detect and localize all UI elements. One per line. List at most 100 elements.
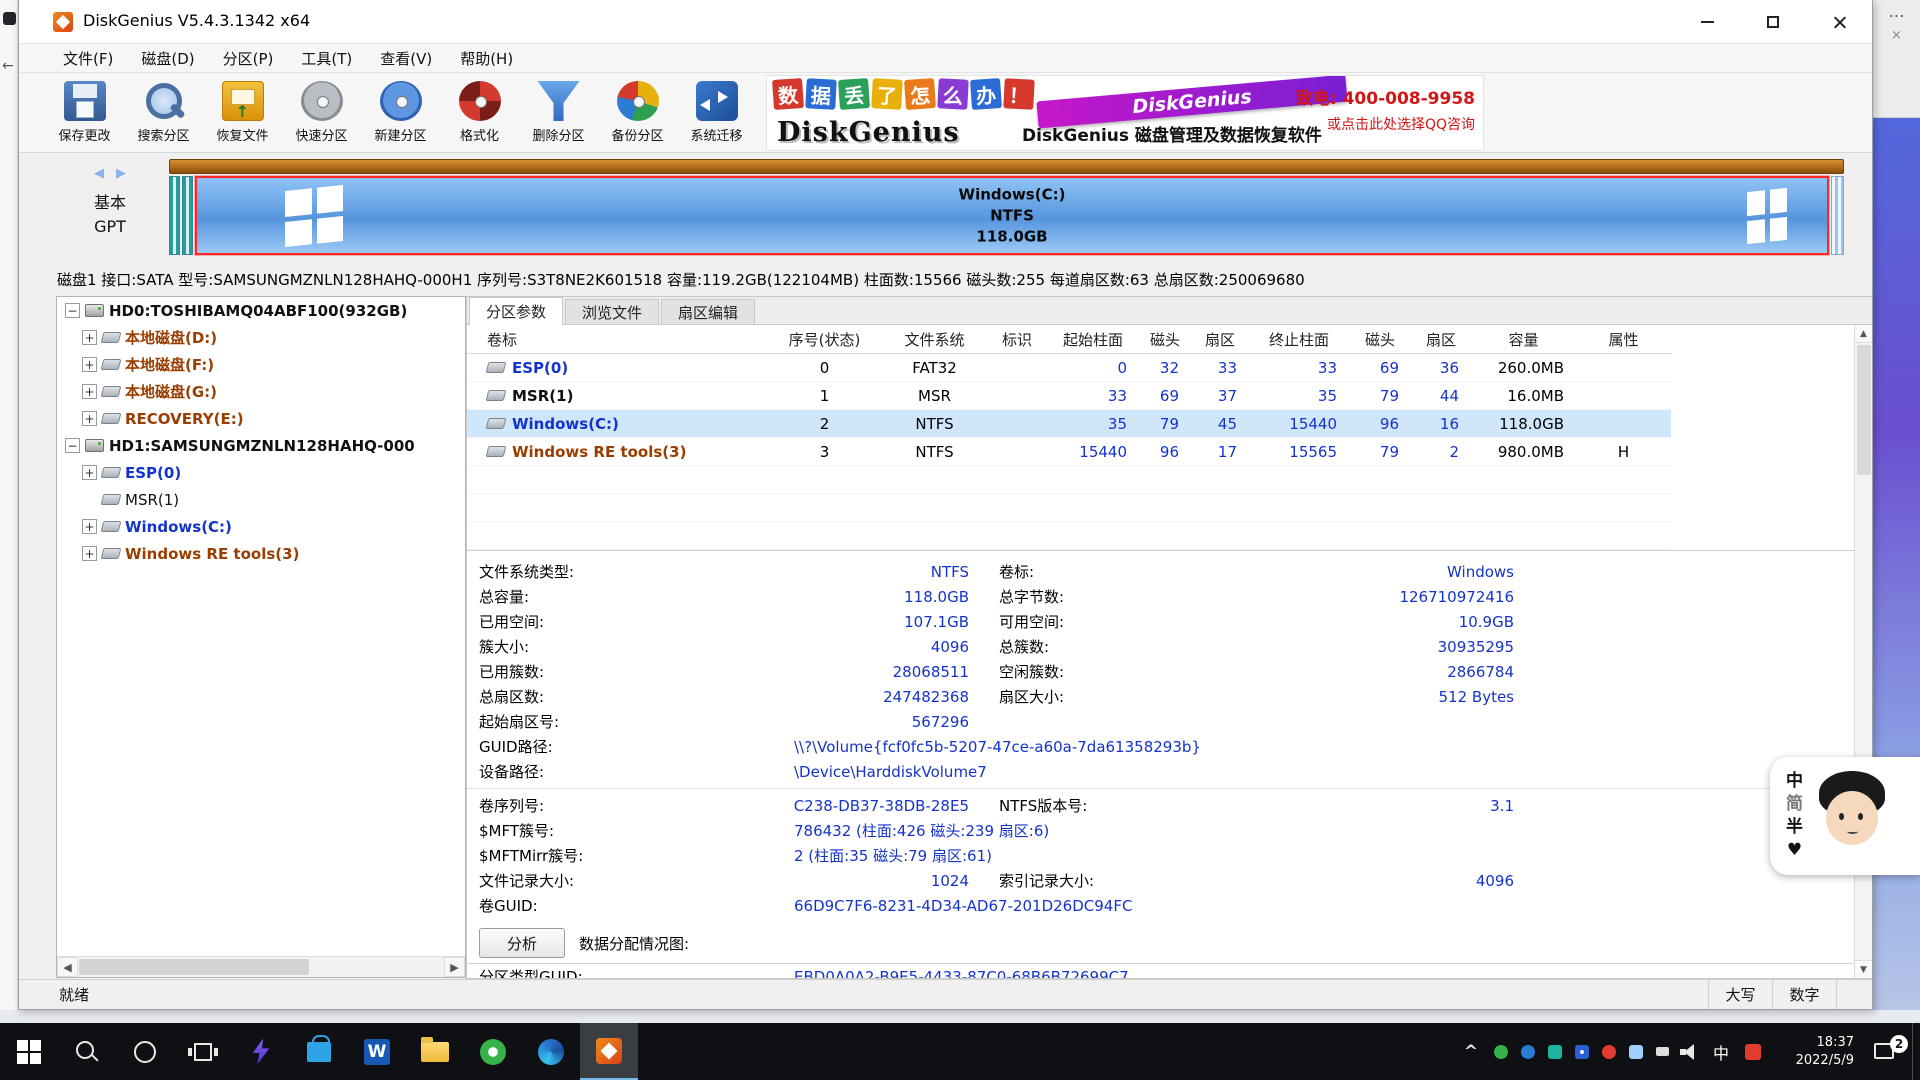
maximize-button[interactable] <box>1740 0 1806 44</box>
pinned-app-word[interactable] <box>348 1023 406 1080</box>
tray-icon-4[interactable] <box>1568 1023 1595 1080</box>
recover-files-button[interactable]: 恢复文件 <box>203 76 282 150</box>
ime-indicator[interactable]: 中 <box>1703 1040 1739 1064</box>
hidden-icons-caret-icon[interactable] <box>1455 1042 1487 1062</box>
volume-tray-icon[interactable] <box>1676 1023 1703 1080</box>
col-header[interactable]: 属性 <box>1576 329 1671 350</box>
menu-view[interactable]: 查看(V) <box>366 44 446 72</box>
col-header[interactable]: 磁头 <box>1139 329 1191 350</box>
re-tools-partition-segment[interactable] <box>1831 176 1844 255</box>
menu-file[interactable]: 文件(F) <box>49 44 127 72</box>
tray-icon-6[interactable] <box>1622 1023 1649 1080</box>
expand-toggle-icon[interactable] <box>82 465 97 480</box>
col-header[interactable]: 扇区 <box>1411 329 1471 350</box>
ad-qq-link[interactable]: 或点击此处选择QQ咨询 <box>1296 114 1475 134</box>
menu-help[interactable]: 帮助(H) <box>446 44 527 72</box>
table-row-esp[interactable]: ESP(0) 0 FAT32 0 32 33 33 69 36 260.0MB <box>467 354 1671 382</box>
expand-toggle-icon[interactable] <box>82 546 97 561</box>
tray-icon-5[interactable] <box>1595 1023 1622 1080</box>
tree-horizontal-scrollbar[interactable] <box>57 956 465 977</box>
vertical-scrollbar[interactable] <box>1854 325 1872 978</box>
taskbar-app-diskgenius[interactable] <box>580 1023 638 1080</box>
tree-item-local-f[interactable]: 本地磁盘(F:) <box>57 351 465 378</box>
expand-toggle-icon[interactable] <box>82 519 97 534</box>
collapse-toggle-icon[interactable] <box>65 303 80 318</box>
col-header[interactable]: 序号(状态) <box>767 329 882 350</box>
tab-partition-params[interactable]: 分区参数 <box>469 297 563 325</box>
new-partition-button[interactable]: 新建分区 <box>361 76 440 150</box>
col-header[interactable]: 标识 <box>987 329 1047 350</box>
ime-sticker-widget[interactable]: 中 简 半 ♥ <box>1770 757 1920 875</box>
menu-partition[interactable]: 分区(P) <box>209 44 288 72</box>
expand-toggle-icon[interactable] <box>82 384 97 399</box>
pinned-app-edge[interactable] <box>522 1023 580 1080</box>
tray-icon-3[interactable] <box>1541 1023 1568 1080</box>
taskbar-clock[interactable]: 18:37 2022/5/9 <box>1776 1034 1854 1070</box>
esp-partition-segment[interactable] <box>169 176 180 255</box>
collapse-toggle-icon[interactable] <box>65 438 80 453</box>
minimize-button[interactable] <box>1674 0 1740 44</box>
pinned-app-file-explorer[interactable] <box>406 1023 464 1080</box>
tree-item-windows-re[interactable]: Windows RE tools(3) <box>57 540 465 567</box>
tree-item-esp[interactable]: ESP(0) <box>57 459 465 486</box>
task-view-button[interactable] <box>174 1023 232 1080</box>
tab-browse-files[interactable]: 浏览文件 <box>565 299 659 324</box>
tray-icon-2[interactable] <box>1514 1023 1541 1080</box>
col-header[interactable]: 容量 <box>1471 329 1576 350</box>
col-header[interactable]: 扇区 <box>1191 329 1249 350</box>
next-disk-arrow-icon[interactable] <box>110 166 132 181</box>
close-button[interactable] <box>1806 0 1872 44</box>
table-row-windows-re[interactable]: Windows RE tools(3) 3 NTFS 15440 96 17 1… <box>467 438 1671 466</box>
tree-item-hd0[interactable]: HD0:TOSHIBAMQ04ABF100(932GB) <box>57 297 465 324</box>
table-row-windows-c[interactable]: Windows(C:) 2 NTFS 35 79 45 15440 96 16 … <box>467 410 1671 438</box>
tray-icon-red-app[interactable] <box>1739 1023 1766 1080</box>
power-plug-tray-icon[interactable] <box>1649 1023 1676 1080</box>
analyze-button[interactable]: 分析 <box>479 928 565 958</box>
save-changes-button[interactable]: 保存更改 <box>45 76 124 150</box>
windows-c-partition-segment[interactable]: Windows(C:) NTFS 118.0GB <box>195 176 1829 255</box>
scroll-right-arrow-icon[interactable] <box>444 957 465 977</box>
tab-sector-edit[interactable]: 扇区编辑 <box>661 299 755 324</box>
tree-item-local-g[interactable]: 本地磁盘(G:) <box>57 378 465 405</box>
quick-partition-button[interactable]: 快速分区 <box>282 76 361 150</box>
cortana-button[interactable] <box>116 1023 174 1080</box>
menu-tools[interactable]: 工具(T) <box>287 44 366 72</box>
partition-tree-panel: HD0:TOSHIBAMQ04ABF100(932GB) 本地磁盘(D:) 本地… <box>56 296 466 978</box>
show-desktop-button[interactable] <box>1912 1023 1920 1080</box>
ad-banner[interactable]: 数 据 丢 了 怎 么 办 ！ DiskGenius DiskGenius 致电… <box>766 75 1484 151</box>
scrollbar-thumb[interactable] <box>79 959 309 975</box>
tree-item-recovery-e[interactable]: RECOVERY(E:) <box>57 405 465 432</box>
prev-disk-arrow-icon[interactable] <box>88 166 110 181</box>
backup-partition-button[interactable]: 备份分区 <box>598 76 677 150</box>
action-center-button[interactable]: 2 <box>1864 1023 1912 1080</box>
msr-partition-segment[interactable] <box>182 176 193 255</box>
scroll-down-arrow-icon[interactable] <box>1855 960 1872 978</box>
pinned-app-green-browser[interactable] <box>464 1023 522 1080</box>
col-header[interactable]: 起始柱面 <box>1047 329 1139 350</box>
taskbar-search-button[interactable] <box>58 1023 116 1080</box>
start-button[interactable] <box>0 1023 58 1080</box>
format-button[interactable]: 格式化 <box>440 76 519 150</box>
tree-item-windows-c[interactable]: Windows(C:) <box>57 513 465 540</box>
expand-toggle-icon[interactable] <box>82 411 97 426</box>
expand-toggle-icon[interactable] <box>82 330 97 345</box>
search-partition-button[interactable]: 搜索分区 <box>124 76 203 150</box>
col-header[interactable]: 磁头 <box>1349 329 1411 350</box>
tree-item-local-d[interactable]: 本地磁盘(D:) <box>57 324 465 351</box>
tree-item-msr[interactable]: MSR(1) <box>57 486 465 513</box>
pinned-app-lightning[interactable] <box>232 1023 290 1080</box>
pinned-app-store[interactable] <box>290 1023 348 1080</box>
delete-partition-button[interactable]: 删除分区 <box>519 76 598 150</box>
col-header[interactable]: 文件系统 <box>882 329 987 350</box>
scroll-up-arrow-icon[interactable] <box>1855 325 1872 343</box>
expand-toggle-icon[interactable] <box>82 357 97 372</box>
col-header[interactable]: 终止柱面 <box>1249 329 1349 350</box>
system-migration-button[interactable]: 系统迁移 <box>677 76 756 150</box>
tree-item-hd1[interactable]: HD1:SAMSUNGMZNLN128HAHQ-000 <box>57 432 465 459</box>
scrollbar-thumb[interactable] <box>1857 345 1871 475</box>
menu-disk[interactable]: 磁盘(D) <box>127 44 208 72</box>
scroll-left-arrow-icon[interactable] <box>57 957 78 977</box>
col-header[interactable]: 卷标 <box>467 329 767 350</box>
table-row-msr[interactable]: MSR(1) 1 MSR 33 69 37 35 79 44 16.0MB <box>467 382 1671 410</box>
tray-icon-1[interactable] <box>1487 1023 1514 1080</box>
